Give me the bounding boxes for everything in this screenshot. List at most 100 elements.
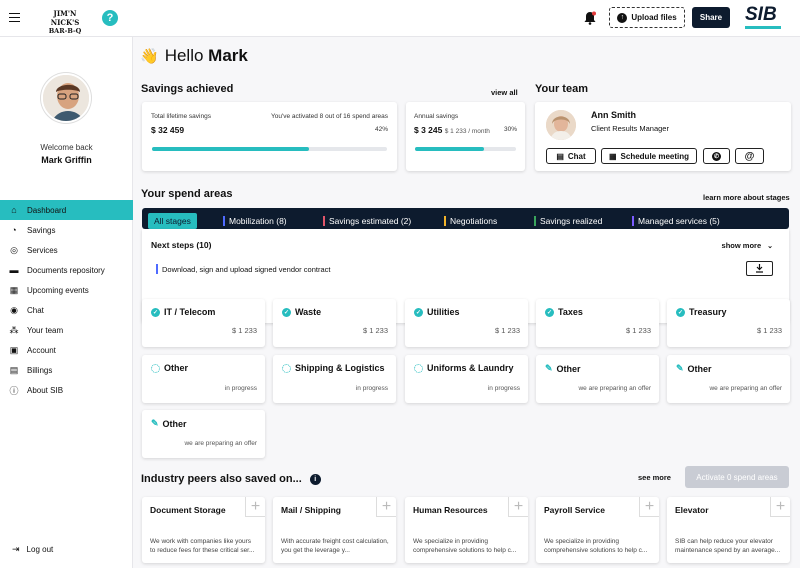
- spend-area-tile[interactable]: ✓ Treasury $ 1 233: [667, 299, 790, 347]
- info-icon[interactable]: i: [309, 473, 321, 485]
- pencil-icon: ✎: [151, 418, 159, 428]
- peer-suggestion-card[interactable]: Mail / Shipping + With accurate freight co…: [273, 497, 396, 563]
- spend-area-tile[interactable]: Shipping & Logistics in progress: [273, 355, 396, 403]
- help-icon[interactable]: ?: [102, 10, 118, 26]
- sidebar-item-upcoming-events[interactable]: ▦ Upcoming events: [0, 280, 133, 300]
- spend-area-tile[interactable]: ✓ IT / Telecom $ 1 233: [142, 299, 265, 347]
- pencil-icon: ✎: [676, 363, 684, 373]
- chat-button[interactable]: ▤ Chat: [546, 148, 596, 164]
- tile-value: $ 1 233: [756, 326, 782, 335]
- schedule-meeting-button[interactable]: ▦ Schedule meeting: [601, 148, 697, 164]
- stage-tab-0[interactable]: All stages: [148, 213, 197, 229]
- chat-icon: ◉: [10, 304, 18, 315]
- plus-icon[interactable]: +: [770, 497, 790, 517]
- upload-icon: ↑: [617, 12, 628, 23]
- activated-text: You've activated 8 out of 16 spend areas: [270, 113, 388, 120]
- calendar-icon: ▦: [608, 151, 617, 161]
- lifetime-value: $ 32 459: [151, 125, 185, 135]
- spend-area-tile[interactable]: Uniforms & Laundry in progress: [405, 355, 528, 403]
- stage-tab-3[interactable]: Negotiations: [444, 213, 497, 229]
- progress-icon: [414, 363, 423, 373]
- stages-bar: All stages Mobilization (8) Savings estima…: [142, 208, 789, 229]
- sidebar-item-savings[interactable]: ◔ Savings: [0, 220, 133, 240]
- show-more-button[interactable]: show more ⌄: [722, 241, 773, 250]
- spend-area-tile[interactable]: ✎ Other we are preparing an offer: [667, 355, 790, 403]
- plus-icon[interactable]: +: [376, 497, 396, 517]
- sidebar-item-dashboard[interactable]: ⌂ Dashboard: [0, 200, 133, 220]
- see-more-link[interactable]: see more: [638, 473, 671, 482]
- view-all-link[interactable]: view all: [491, 88, 518, 97]
- folder-icon: ▬: [9, 265, 19, 275]
- logout-icon: ⇥: [12, 544, 20, 554]
- share-button[interactable]: Share: [692, 7, 730, 28]
- stage-tab-2[interactable]: Savings estimated (2): [323, 213, 411, 229]
- check-icon: ✓: [151, 307, 160, 317]
- plus-icon[interactable]: +: [639, 497, 659, 517]
- savings-title: Savings achieved: [141, 83, 234, 95]
- sidebar-item-account[interactable]: ▣ Account: [0, 340, 133, 360]
- annual-savings-card: Annual savings $ 3 245 $ 1 233 / month 3…: [406, 102, 525, 171]
- spend-area-tile[interactable]: Other in progress: [142, 355, 265, 403]
- team-avatar[interactable]: [546, 110, 576, 140]
- brand-logo[interactable]: SIB: [745, 5, 781, 29]
- logout-button[interactable]: ⇥ Log out: [12, 544, 53, 555]
- team-member-role: Client Results Manager: [591, 124, 669, 133]
- peers-title: Industry peers also saved on... i: [141, 473, 321, 485]
- phone-icon: ✆: [712, 151, 721, 161]
- spend-area-tile[interactable]: ✎ Other we are preparing an offer: [142, 410, 265, 458]
- spend-area-tile[interactable]: ✎ Other we are preparing an offer: [536, 355, 659, 403]
- learn-more-link[interactable]: learn more about stages: [703, 193, 790, 202]
- spend-areas-title: Your spend areas: [141, 188, 233, 200]
- sidebar-item-services[interactable]: ◎ Services: [0, 240, 133, 260]
- wave-icon: 👋: [140, 48, 159, 65]
- menu-icon[interactable]: [9, 13, 20, 22]
- download-button[interactable]: [746, 261, 773, 276]
- next-steps-title: Next steps (10): [151, 240, 212, 250]
- check-icon: ✓: [282, 307, 291, 317]
- notification-bell-icon[interactable]: [584, 11, 596, 25]
- sidebar-item-billings[interactable]: ▤ Billings: [0, 360, 133, 380]
- lifetime-label: Total lifetime savings: [151, 113, 211, 120]
- check-icon: ✓: [545, 307, 554, 317]
- top-bar: JIM'N NICK'S BAR-B-Q ? ↑ Upload files Sh…: [0, 0, 800, 37]
- tile-value: $ 1 233: [625, 326, 651, 335]
- peer-suggestion-card[interactable]: Document Storage + We work with companies …: [142, 497, 265, 563]
- billing-icon: ▤: [9, 364, 19, 375]
- phone-button[interactable]: ✆: [703, 148, 730, 164]
- annual-label: Annual savings: [414, 113, 459, 120]
- stage-tab-1[interactable]: Mobilization (8): [223, 213, 287, 229]
- sidebar-item-chat[interactable]: ◉ Chat: [0, 300, 133, 320]
- email-button[interactable]: @: [735, 148, 764, 164]
- lifetime-percent: 42%: [374, 126, 388, 133]
- at-icon: @: [744, 150, 755, 162]
- team-card: Ann Smith Client Results Manager ▤ Chat ▦…: [535, 102, 791, 171]
- sidebar-item-about-sib[interactable]: ⓘ About SIB: [0, 380, 133, 400]
- check-icon: ✓: [414, 307, 423, 317]
- stage-tab-4[interactable]: Savings realized: [534, 213, 602, 229]
- spend-area-tile[interactable]: ✓ Utilities $ 1 233: [405, 299, 528, 347]
- sidebar-item-documents-repository[interactable]: ▬ Documents repository: [0, 260, 133, 280]
- sidebar: Welcome back Mark Griffin ⌂ Dashboard ◔ Sav…: [0, 37, 133, 568]
- company-logo[interactable]: JIM'N NICK'S BAR-B-Q: [42, 9, 88, 36]
- spend-area-tile[interactable]: ✓ Waste $ 1 233: [273, 299, 396, 347]
- stage-tab-5[interactable]: Managed services (5): [632, 213, 720, 229]
- plus-icon[interactable]: +: [508, 497, 528, 517]
- progress-icon: [282, 363, 291, 373]
- lifetime-progress-bar: [152, 147, 387, 151]
- sidebar-item-your-team[interactable]: ⁂ Your team: [0, 320, 133, 340]
- upload-files-button[interactable]: ↑ Upload files: [609, 7, 685, 28]
- user-name: Mark Griffin: [41, 155, 92, 165]
- peer-suggestion-card[interactable]: Payroll Service + We specialize in providi…: [536, 497, 659, 563]
- next-step-item[interactable]: Download, sign and upload signed vendor …: [156, 264, 330, 274]
- stage-marker: [632, 216, 634, 226]
- peer-suggestion-card[interactable]: Elevator + SIB can help reduce your elevat…: [667, 497, 790, 563]
- pie-icon: ◔: [11, 225, 17, 235]
- home-icon: ⌂: [11, 205, 17, 215]
- avatar[interactable]: [41, 73, 91, 123]
- stage-marker: [323, 216, 325, 226]
- plus-icon[interactable]: +: [245, 497, 265, 517]
- peer-suggestion-card[interactable]: Human Resources + We specialize in providi…: [405, 497, 528, 563]
- team-title: Your team: [535, 83, 588, 95]
- activate-spend-areas-button[interactable]: Activate 0 spend areas: [685, 466, 789, 488]
- spend-area-tile[interactable]: ✓ Taxes $ 1 233: [536, 299, 659, 347]
